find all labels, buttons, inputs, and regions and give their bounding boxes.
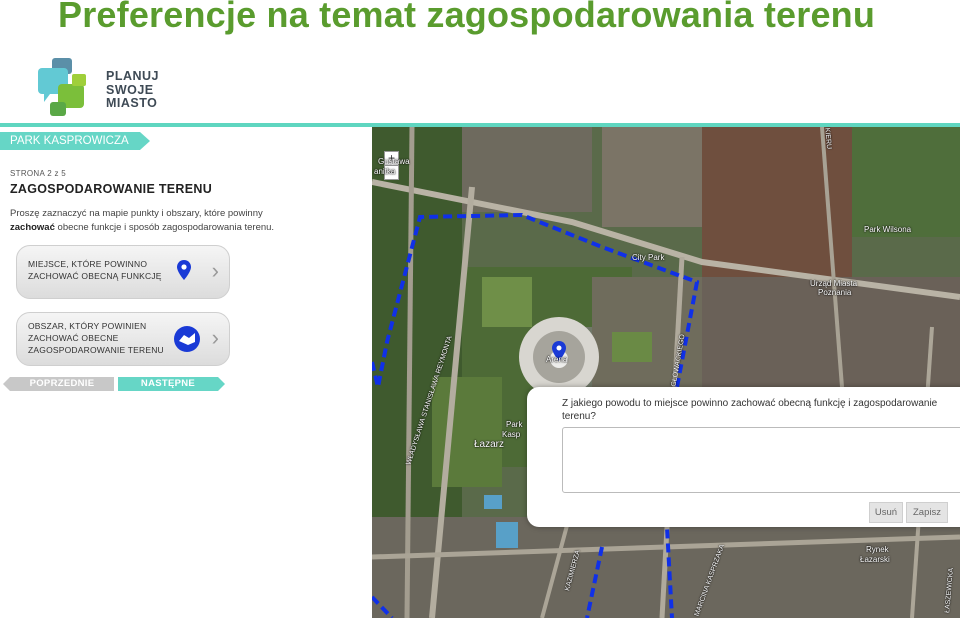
instruction-text: Proszę zaznaczyć na mapie punkty i obsza… <box>10 207 310 234</box>
map-label: Rynek <box>866 545 889 554</box>
logo-line: PLANUJ <box>106 69 160 83</box>
instruction-bold: zachować <box>10 221 55 233</box>
popup-question: Z jakiego powodu to miejsce powinno zach… <box>562 398 938 422</box>
delete-button[interactable]: Usuń <box>869 502 903 523</box>
area-shape-icon <box>174 326 200 352</box>
map-label: Kasp <box>502 430 521 439</box>
instruction-pre: Proszę zaznaczyć na mapie punkty i obsza… <box>10 208 263 219</box>
logo-line: MIASTO <box>106 96 158 110</box>
save-button[interactable]: Zapisz <box>906 502 948 523</box>
park-tag: PARK KASPROWICZA <box>0 132 150 150</box>
area-choice-line: ZACHOWAĆ OBECNE <box>28 333 119 343</box>
satellite-map[interactable]: + – Gustawa anitka City Park Park Wilson… <box>372 127 960 618</box>
map-label: Gustawa <box>378 157 410 166</box>
place-choice-line: MIEJSCE, KTÓRE POWINNO <box>28 259 148 269</box>
next-button[interactable]: NASTĘPNE <box>118 377 225 391</box>
previous-button[interactable]: POPRZEDNIE <box>3 377 114 391</box>
survey-panel: PARK KASPROWICZA STRONA 2 z 5 ZAGOSPODAR… <box>0 127 372 618</box>
area-choice-button[interactable]: OBSZAR, KTÓRY POWINIEN ZACHOWAĆ OBECNE Z… <box>16 312 230 366</box>
map-label: Urząd Miasta <box>810 279 858 288</box>
area-choice-label: OBSZAR, KTÓRY POWINIEN ZACHOWAĆ OBECNE Z… <box>28 320 164 356</box>
map-label: Park <box>506 420 523 429</box>
map-pin-icon <box>177 260 191 280</box>
chevron-right-icon: › <box>211 325 219 350</box>
comment-popup: Z jakiego powodu to miejsce powinno zach… <box>527 387 960 527</box>
place-choice-line: ZACHOWAĆ OBECNĄ FUNKCJĘ <box>28 271 162 281</box>
map-label: City Park <box>632 253 665 262</box>
map-label: Park Wilsona <box>864 225 912 234</box>
map-label: Łazarz <box>474 439 505 450</box>
map-label: Arena <box>546 355 568 364</box>
place-choice-label: MIEJSCE, KTÓRE POWINNO ZACHOWAĆ OBECNĄ F… <box>28 258 162 282</box>
area-choice-line: ZAGOSPODAROWANIE TERENU <box>28 345 164 355</box>
instruction-post: obecne funkcje i sposób zagospodarowania… <box>57 221 275 233</box>
section-title: ZAGOSPODAROWANIE TERENU <box>10 182 213 196</box>
logo-line: SWOJE <box>106 82 154 97</box>
comment-textarea[interactable] <box>562 427 960 493</box>
place-choice-button[interactable]: MIEJSCE, KTÓRE POWINNO ZACHOWAĆ OBECNĄ F… <box>16 245 230 299</box>
step-indicator: STRONA 2 z 5 <box>10 169 67 178</box>
map-label: Poznania <box>818 288 852 297</box>
logo-wordmark: PLANUJ SWOJE MIASTO <box>106 69 160 111</box>
chevron-right-icon: › <box>211 258 219 283</box>
map-label: anitka <box>374 167 396 176</box>
map-label: Łazarski <box>860 555 890 564</box>
area-choice-line: OBSZAR, KTÓRY POWINIEN <box>28 321 147 331</box>
slide-title: Preferencje na temat zagospodarowania te… <box>58 0 876 35</box>
